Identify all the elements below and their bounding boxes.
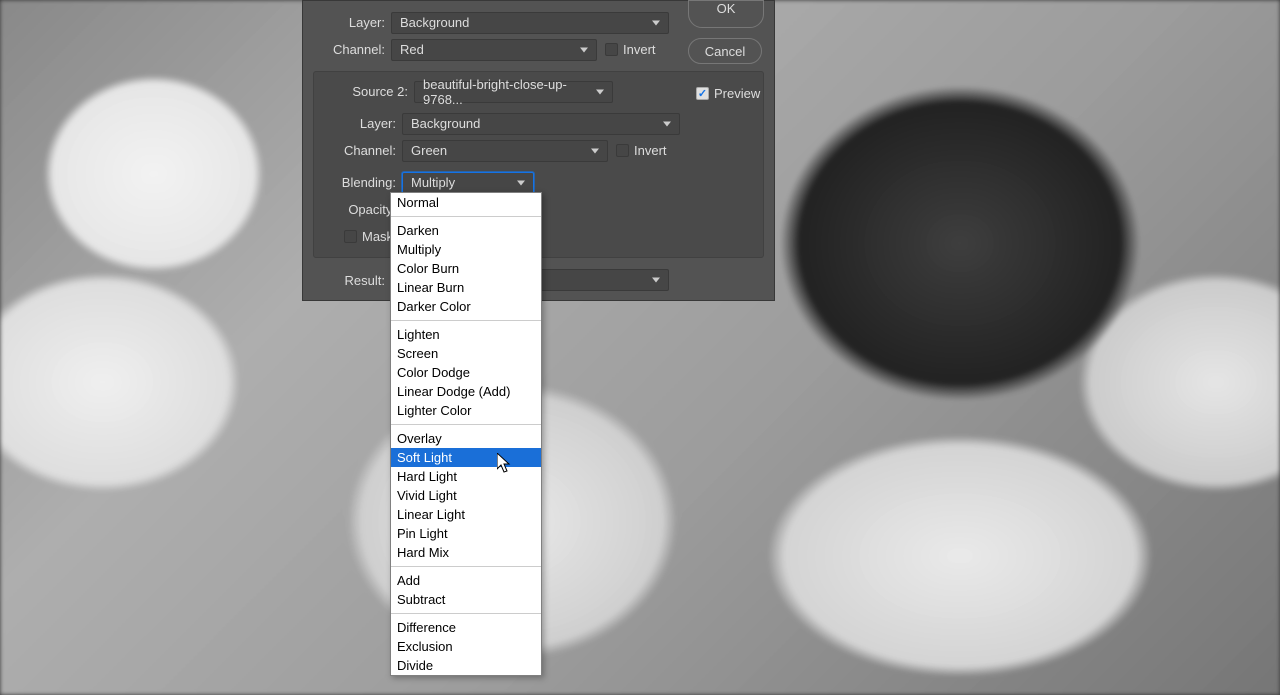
invert1-label: Invert — [623, 42, 656, 57]
blend-mode-hard-light[interactable]: Hard Light — [391, 467, 541, 486]
blend-mode-multiply[interactable]: Multiply — [391, 240, 541, 259]
channel1-label: Channel: — [303, 42, 391, 57]
source2-value: beautiful-bright-close-up-9768... — [423, 77, 590, 107]
blending-select[interactable]: Multiply — [402, 172, 534, 194]
blend-mode-lighter-color[interactable]: Lighter Color — [391, 401, 541, 420]
result-label: Result: — [303, 273, 391, 288]
channel1-select[interactable]: Red — [391, 39, 597, 61]
layer1-label: Layer: — [303, 15, 391, 30]
dropdown-separator — [391, 566, 541, 567]
blend-mode-difference[interactable]: Difference — [391, 618, 541, 637]
channel2-select[interactable]: Green — [402, 140, 608, 162]
invert1-checkbox[interactable] — [605, 43, 618, 56]
blend-mode-screen[interactable]: Screen — [391, 344, 541, 363]
dialog-buttons-panel: OK Cancel ✓ Preview — [688, 0, 768, 101]
dropdown-separator — [391, 320, 541, 321]
blend-mode-linear-burn[interactable]: Linear Burn — [391, 278, 541, 297]
layer2-value: Background — [411, 116, 480, 131]
blend-mode-darker-color[interactable]: Darker Color — [391, 297, 541, 316]
blend-mode-lighten[interactable]: Lighten — [391, 325, 541, 344]
source2-label: Source 2: — [314, 84, 414, 99]
invert2-checkbox[interactable] — [616, 144, 629, 157]
blend-mode-pin-light[interactable]: Pin Light — [391, 524, 541, 543]
blend-mode-divide[interactable]: Divide — [391, 656, 541, 675]
blend-mode-exclusion[interactable]: Exclusion — [391, 637, 541, 656]
mask-checkbox[interactable] — [344, 230, 357, 243]
blend-mode-color-dodge[interactable]: Color Dodge — [391, 363, 541, 382]
blend-mode-linear-light[interactable]: Linear Light — [391, 505, 541, 524]
blending-label: Blending: — [314, 175, 402, 190]
layer2-select[interactable]: Background — [402, 113, 680, 135]
channel1-value: Red — [400, 42, 424, 57]
blend-mode-vivid-light[interactable]: Vivid Light — [391, 486, 541, 505]
preview-checkbox[interactable]: ✓ — [696, 87, 709, 100]
dropdown-separator — [391, 424, 541, 425]
blend-mode-add[interactable]: Add — [391, 571, 541, 590]
source2-select[interactable]: beautiful-bright-close-up-9768... — [414, 81, 613, 103]
preview-label: Preview — [714, 86, 760, 101]
channel2-value: Green — [411, 143, 447, 158]
dropdown-separator — [391, 613, 541, 614]
blend-mode-hard-mix[interactable]: Hard Mix — [391, 543, 541, 562]
blend-mode-normal[interactable]: Normal — [391, 193, 541, 212]
blend-mode-color-burn[interactable]: Color Burn — [391, 259, 541, 278]
opacity-label: Opacity: — [314, 202, 402, 217]
blend-mode-subtract[interactable]: Subtract — [391, 590, 541, 609]
blend-mode-linear-dodge-add-[interactable]: Linear Dodge (Add) — [391, 382, 541, 401]
channel2-label: Channel: — [314, 143, 402, 158]
blending-value: Multiply — [411, 175, 455, 190]
cancel-button[interactable]: Cancel — [688, 38, 762, 64]
invert2-label: Invert — [634, 143, 667, 158]
blend-mode-overlay[interactable]: Overlay — [391, 429, 541, 448]
layer1-value: Background — [400, 15, 469, 30]
layer2-label: Layer: — [314, 116, 402, 131]
blend-mode-soft-light[interactable]: Soft Light — [391, 448, 541, 467]
layer1-select[interactable]: Background — [391, 12, 669, 34]
blending-dropdown: Normal DarkenMultiplyColor BurnLinear Bur… — [390, 192, 542, 676]
ok-button[interactable]: OK — [688, 0, 764, 28]
blend-mode-darken[interactable]: Darken — [391, 221, 541, 240]
dropdown-separator — [391, 216, 541, 217]
